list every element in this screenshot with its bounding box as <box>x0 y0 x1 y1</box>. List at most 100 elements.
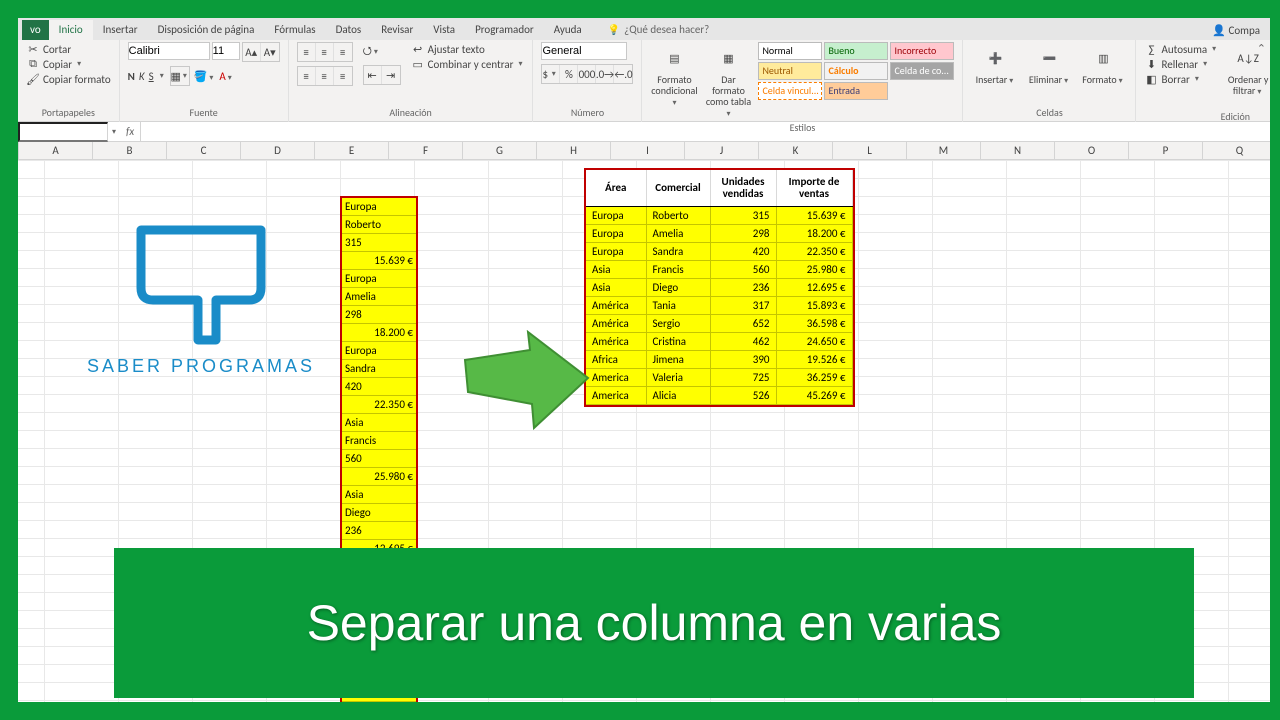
source-cell[interactable]: Asia <box>342 414 416 432</box>
wrap-text-button[interactable]: ↩Ajustar texto <box>411 42 525 56</box>
target-cell[interactable]: Amelia <box>646 224 710 242</box>
column-header[interactable]: B <box>93 142 167 159</box>
align-bottom-icon[interactable]: ≡ <box>334 43 352 61</box>
target-cell[interactable]: Cristina <box>646 332 710 350</box>
target-cell[interactable]: América <box>586 296 646 314</box>
target-header[interactable]: Unidades vendidas <box>710 170 776 206</box>
table-row[interactable]: AfricaJimena39019.526 € <box>586 350 852 368</box>
collapse-ribbon-icon[interactable]: ⌃ <box>1257 42 1266 55</box>
share-button[interactable]: 👤 Compa <box>1202 21 1270 40</box>
target-cell[interactable]: 560 <box>710 260 776 278</box>
font-color-button[interactable]: A▾ <box>219 70 233 83</box>
font-family-select[interactable] <box>128 42 210 60</box>
column-header[interactable]: P <box>1129 142 1203 159</box>
target-cell[interactable]: 22.350 € <box>776 242 852 260</box>
style-incorrecto[interactable]: Incorrecto <box>890 42 954 60</box>
source-cell[interactable]: 25.980 € <box>342 468 416 486</box>
target-cell[interactable]: 12.695 € <box>776 278 852 296</box>
target-cell[interactable]: Europa <box>586 242 646 260</box>
borders-button[interactable]: ▦▾ <box>171 67 189 85</box>
comma-button[interactable]: 000 <box>578 65 596 83</box>
target-cell[interactable]: 15.639 € <box>776 206 852 224</box>
fx-icon[interactable]: fx <box>120 122 141 141</box>
indent-increase-icon[interactable]: ⇥ <box>382 66 400 84</box>
target-cell[interactable]: 462 <box>710 332 776 350</box>
table-row[interactable]: AméricaCristina46224.650 € <box>586 332 852 350</box>
style-celda-vinculada[interactable]: Celda vincul... <box>758 82 822 100</box>
format-cells-button[interactable]: ▥Formato▾ <box>1079 42 1127 86</box>
align-middle-icon[interactable]: ≡ <box>316 43 334 61</box>
font-size-select[interactable] <box>212 42 240 60</box>
target-cell[interactable]: Sandra <box>646 242 710 260</box>
fill-button[interactable]: ⬇Rellenar▾ <box>1144 57 1218 71</box>
style-celda-comprobacion[interactable]: Celda de co... <box>890 62 954 80</box>
increase-font-icon[interactable]: A▴ <box>243 43 261 61</box>
column-header[interactable]: G <box>463 142 537 159</box>
copy-button[interactable]: ⧉Copiar▾ <box>26 57 111 71</box>
target-cell[interactable]: 236 <box>710 278 776 296</box>
target-cell[interactable]: Europa <box>586 224 646 242</box>
increase-decimal-icon[interactable]: .0→ <box>596 65 614 83</box>
tab-revisar[interactable]: Revisar <box>371 20 423 40</box>
target-cell[interactable]: América <box>586 314 646 332</box>
column-header[interactable]: O <box>1055 142 1129 159</box>
target-cell[interactable]: 36.259 € <box>776 368 852 386</box>
decrease-decimal-icon[interactable]: ←.0 <box>614 65 632 83</box>
fill-color-button[interactable]: 🪣▾ <box>194 70 216 83</box>
column-header[interactable]: A <box>19 142 93 159</box>
source-cell[interactable]: 315 <box>342 234 416 252</box>
table-row[interactable]: AsiaFrancis56025.980 € <box>586 260 852 278</box>
format-painter-button[interactable]: 🖌Copiar formato <box>26 72 111 86</box>
conditional-formatting-button[interactable]: ▤ Formato condicional▾ <box>650 42 698 108</box>
column-header[interactable]: C <box>167 142 241 159</box>
name-box-dd[interactable]: ▾ <box>108 127 120 137</box>
align-left-icon[interactable]: ≡ <box>298 67 316 85</box>
target-cell[interactable]: Valeria <box>646 368 710 386</box>
tab-disposición-de-página[interactable]: Disposición de página <box>148 20 265 40</box>
target-cell[interactable]: 315 <box>710 206 776 224</box>
source-cell[interactable]: 15.639 € <box>342 252 416 270</box>
source-cell[interactable]: Sandra <box>342 360 416 378</box>
source-cell[interactable]: Diego <box>342 504 416 522</box>
target-header[interactable]: Comercial <box>646 170 710 206</box>
target-cell[interactable]: 25.980 € <box>776 260 852 278</box>
source-cell[interactable]: 560 <box>342 450 416 468</box>
table-row[interactable]: EuropaAmelia29818.200 € <box>586 224 852 242</box>
source-cell[interactable]: 420 <box>342 378 416 396</box>
currency-button[interactable]: $▾ <box>542 65 560 83</box>
target-cell[interactable]: Europa <box>586 206 646 224</box>
target-cell[interactable]: 526 <box>710 386 776 404</box>
column-header[interactable]: I <box>611 142 685 159</box>
tab-ayuda[interactable]: Ayuda <box>544 20 592 40</box>
tab-fórmulas[interactable]: Fórmulas <box>264 20 325 40</box>
target-cell[interactable]: Alicia <box>646 386 710 404</box>
target-cell[interactable]: Roberto <box>646 206 710 224</box>
target-cell[interactable]: 18.200 € <box>776 224 852 242</box>
tab-datos[interactable]: Datos <box>326 20 372 40</box>
bold-button[interactable]: N <box>128 70 135 83</box>
clear-button[interactable]: ◧Borrar▾ <box>1144 72 1218 86</box>
source-cell[interactable]: 298 <box>342 306 416 324</box>
target-cell[interactable]: 390 <box>710 350 776 368</box>
source-cell[interactable]: Francis <box>342 432 416 450</box>
table-row[interactable]: EuropaSandra42022.350 € <box>586 242 852 260</box>
column-header[interactable]: M <box>907 142 981 159</box>
column-headers[interactable]: ABCDEFGHIJKLMNOPQ <box>18 142 1270 160</box>
target-header[interactable]: Importe de ventas <box>776 170 852 206</box>
column-header[interactable]: L <box>833 142 907 159</box>
source-cell[interactable]: 22.350 € <box>342 396 416 414</box>
italic-button[interactable]: K <box>139 70 145 83</box>
target-cell[interactable]: 19.526 € <box>776 350 852 368</box>
style-normal[interactable]: Normal <box>758 42 822 60</box>
source-cell[interactable]: Amelia <box>342 288 416 306</box>
delete-cells-button[interactable]: ➖Eliminar▾ <box>1025 42 1073 86</box>
source-cell[interactable]: Europa <box>342 342 416 360</box>
column-header[interactable]: J <box>685 142 759 159</box>
orientation-button[interactable]: ⭯▾ <box>363 42 401 61</box>
style-neutral[interactable]: Neutral <box>758 62 822 80</box>
column-header[interactable]: Q <box>1203 142 1270 159</box>
tab-programador[interactable]: Programador <box>465 20 544 40</box>
cell-styles-gallery[interactable]: Normal Bueno Incorrecto Neutral Cálculo … <box>758 42 954 100</box>
target-cell[interactable]: América <box>586 332 646 350</box>
insert-cells-button[interactable]: ➕Insertar▾ <box>971 42 1019 86</box>
